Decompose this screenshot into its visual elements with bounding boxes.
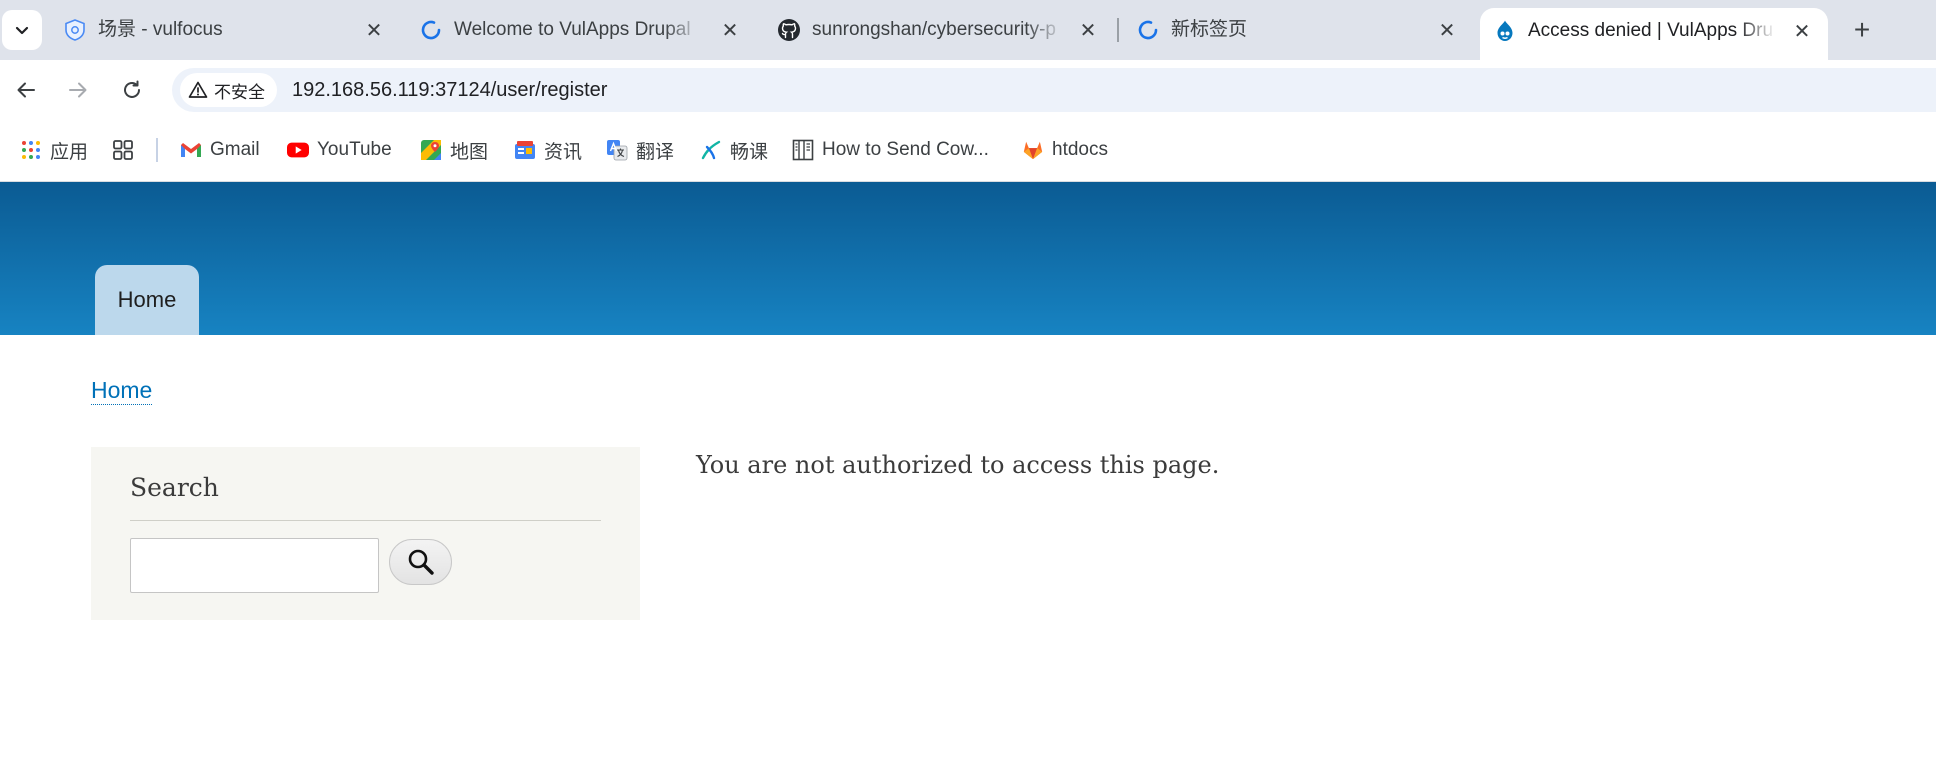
- bookmarks-bar: 应用 Gmail YouTube 地图 资讯 翻译 畅课 How to Send…: [0, 120, 1936, 182]
- maps-icon: [420, 139, 442, 161]
- vulfocus-shield-icon: [62, 17, 88, 43]
- loading-spinner-icon: [1135, 17, 1161, 43]
- bookmark-label: 畅课: [730, 141, 769, 163]
- primary-menu-home-tab[interactable]: Home: [95, 265, 199, 335]
- close-tab-icon[interactable]: ✕: [1435, 18, 1459, 42]
- bookmark-gmail[interactable]: Gmail: [180, 136, 260, 164]
- changke-icon: [700, 139, 722, 161]
- apps-grid-icon: [20, 139, 42, 161]
- arrow-left-icon: [17, 82, 35, 98]
- github-icon: [776, 17, 802, 43]
- search-input[interactable]: [130, 538, 379, 593]
- bookmark-label: htdocs: [1052, 139, 1108, 160]
- tab-title: Access denied | VulApps Dru: [1528, 20, 1774, 41]
- reload-icon: [124, 80, 140, 98]
- url-text[interactable]: 192.168.56.119:37124/user/register: [292, 68, 607, 112]
- search-block-title: Search: [130, 473, 219, 502]
- site-header: Home: [0, 182, 1936, 335]
- close-tab-icon[interactable]: ✕: [718, 18, 742, 42]
- bookmark-how-to-send-cow[interactable]: How to Send Cow...: [792, 136, 989, 164]
- search-icon: [408, 549, 434, 575]
- loading-spinner-icon: [418, 17, 444, 43]
- site-security-chip[interactable]: 不安全: [180, 73, 277, 107]
- bookmark-tab-groups[interactable]: [112, 136, 134, 164]
- warning-triangle-icon: [188, 81, 208, 98]
- access-denied-message: You are not authorized to access this pa…: [696, 451, 1220, 479]
- url-path: :37124/user/register: [429, 79, 608, 101]
- browser-tab[interactable]: 场景 - vulfocus ✕: [62, 0, 392, 60]
- close-tab-icon[interactable]: ✕: [1790, 19, 1814, 43]
- browser-tab-active[interactable]: Access denied | VulApps Dru ✕: [1480, 8, 1828, 60]
- tab-title: 新标签页: [1171, 19, 1248, 40]
- close-tab-icon[interactable]: ✕: [1076, 18, 1100, 42]
- bookmark-news[interactable]: 资讯: [514, 136, 582, 164]
- youtube-icon: [287, 139, 309, 161]
- browser-tab[interactable]: 新标签页 ✕: [1135, 0, 1465, 60]
- bookmark-apps[interactable]: 应用: [20, 136, 88, 164]
- search-submit-button[interactable]: [389, 539, 452, 585]
- bookmark-htdocs[interactable]: htdocs: [1022, 136, 1108, 164]
- back-button[interactable]: [10, 74, 42, 106]
- close-tab-icon[interactable]: ✕: [362, 18, 386, 42]
- browser-toolbar: 不安全 192.168.56.119:37124/user/register: [0, 60, 1936, 120]
- browser-tab[interactable]: sunrongshan/cybersecurity-p ✕: [776, 0, 1106, 60]
- gitlab-icon: [1022, 139, 1044, 161]
- bookmark-label: 地图: [450, 141, 489, 163]
- chevron-down-icon: [15, 26, 29, 35]
- security-label: 不安全: [214, 82, 265, 102]
- bookmark-youtube[interactable]: YouTube: [287, 136, 392, 164]
- search-block: Search: [91, 447, 640, 620]
- bookmark-changke[interactable]: 畅课: [700, 136, 768, 164]
- translate-icon: [606, 139, 628, 161]
- bookmark-label: 资讯: [544, 141, 583, 163]
- tab-title: Welcome to VulApps Drupal: [454, 19, 691, 40]
- bookmark-label: Gmail: [210, 139, 260, 160]
- tab-title: sunrongshan/cybersecurity-p: [812, 19, 1056, 40]
- browser-tab[interactable]: Welcome to VulApps Drupal ✕: [418, 0, 748, 60]
- tab-title: 场景 - vulfocus: [98, 19, 223, 40]
- drupal-icon: [1492, 18, 1518, 44]
- bookmark-maps[interactable]: 地图: [420, 136, 488, 164]
- gmail-icon: [180, 139, 202, 161]
- bookmark-label: How to Send Cow...: [822, 139, 989, 160]
- breadcrumb-home-link[interactable]: Home: [91, 376, 153, 405]
- news-icon: [514, 139, 536, 161]
- tab-search-button[interactable]: [2, 10, 42, 50]
- reload-button[interactable]: [116, 74, 148, 106]
- bookmarks-separator: [156, 138, 158, 162]
- bookmark-label: 应用: [50, 141, 89, 163]
- bookmark-label: YouTube: [317, 139, 392, 160]
- tab-groups-icon: [112, 139, 134, 161]
- browser-tab-strip: 场景 - vulfocus ✕ Welcome to VulApps Drupa…: [0, 0, 1936, 60]
- url-host: 192.168.56.119: [292, 79, 430, 101]
- address-bar[interactable]: 不安全 192.168.56.119:37124/user/register: [172, 68, 1936, 112]
- arrow-right-icon: [69, 82, 87, 98]
- bookmark-label: 翻译: [636, 141, 675, 163]
- book-icon: [792, 139, 814, 161]
- new-tab-button[interactable]: +: [1845, 13, 1879, 47]
- tab-separator: [1117, 18, 1119, 42]
- bookmark-translate[interactable]: 翻译: [606, 136, 674, 164]
- forward-button[interactable]: [62, 74, 94, 106]
- block-title-divider: [130, 520, 601, 521]
